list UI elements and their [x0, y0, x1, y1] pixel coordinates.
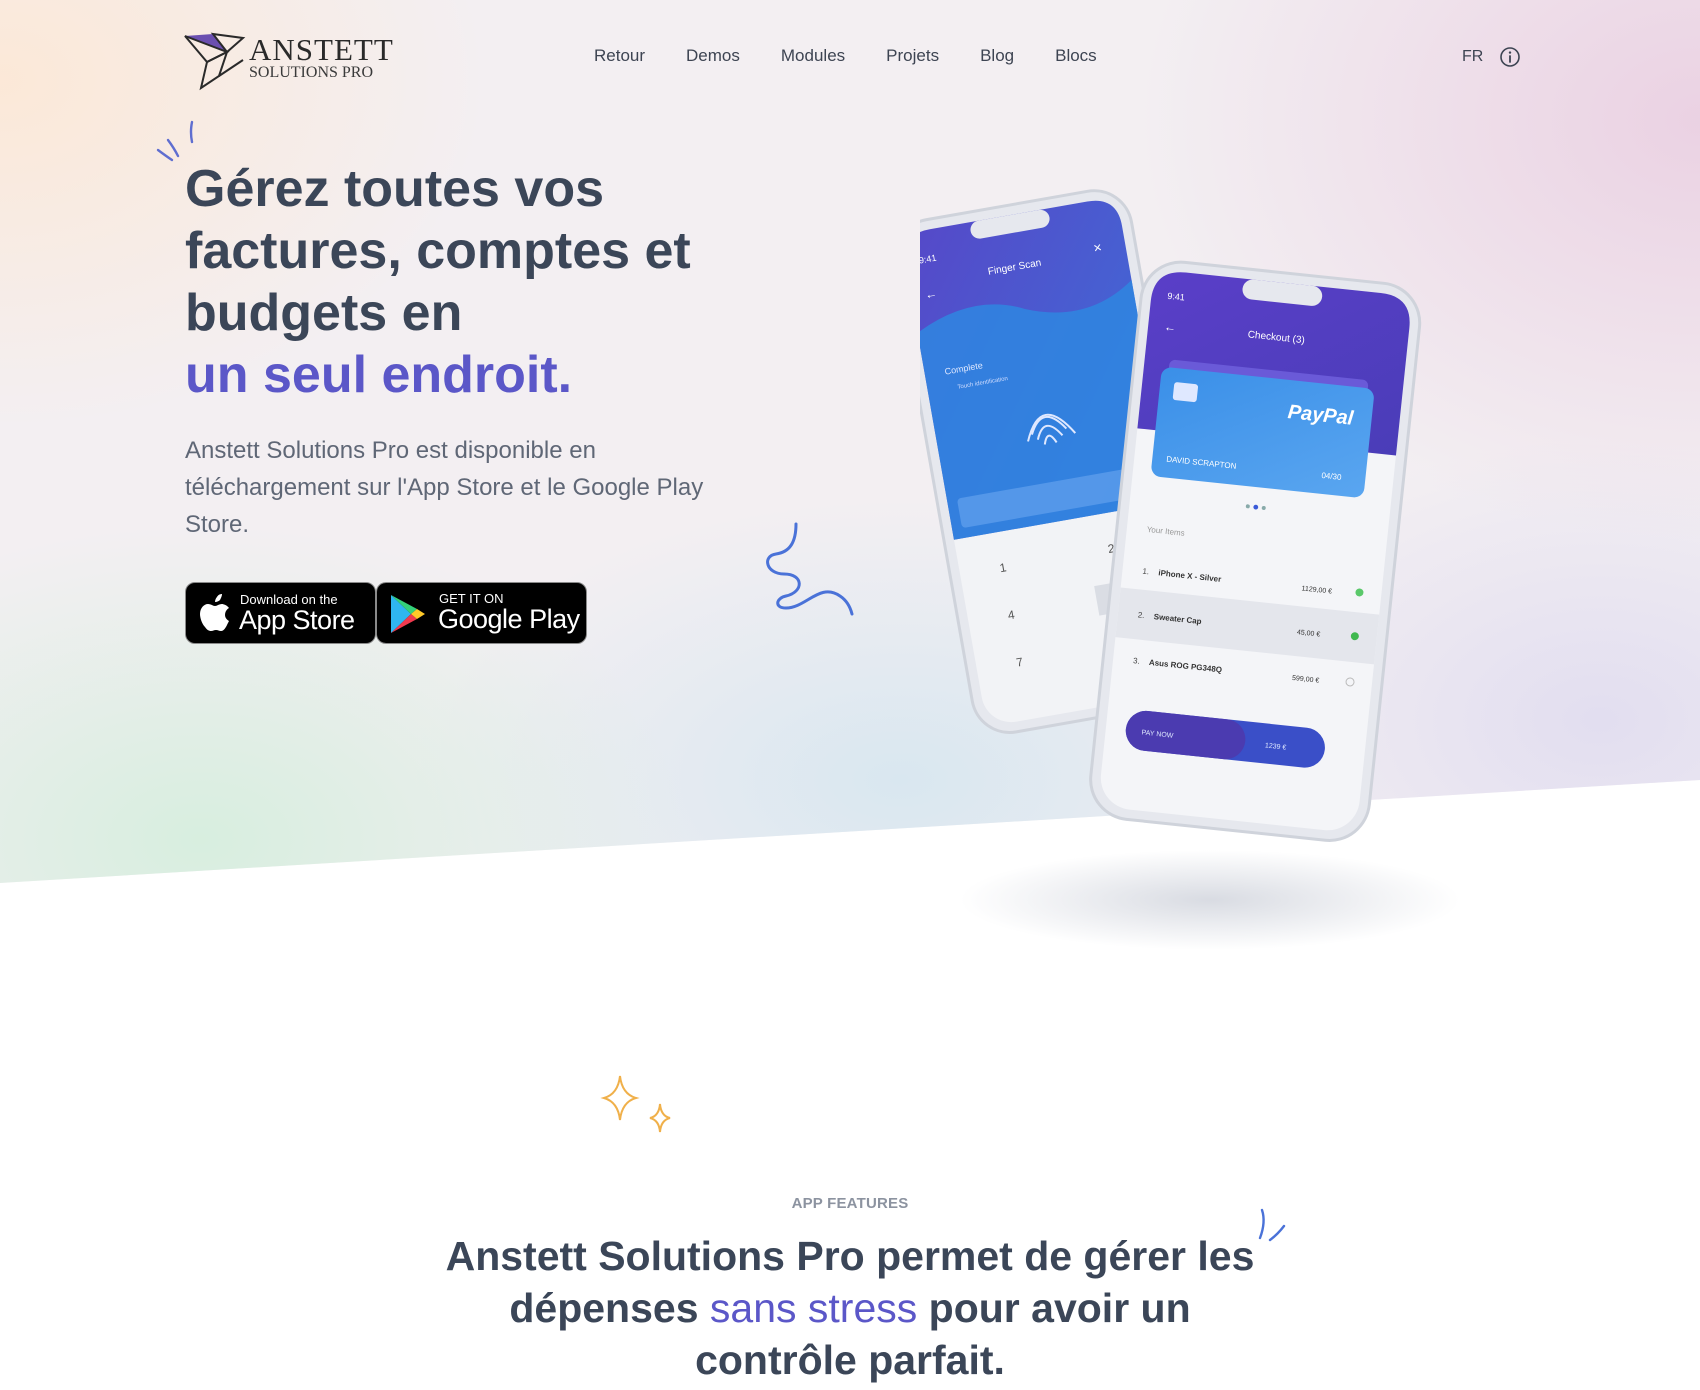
nav-item-retour[interactable]: Retour: [594, 46, 645, 66]
squiggle-doodle-icon: [1258, 1208, 1286, 1242]
features-title-accent: sans stress: [709, 1285, 918, 1331]
features-title: Anstett Solutions Pro permet de gérer le…: [440, 1230, 1260, 1386]
sparkles-icon: [600, 1075, 671, 1133]
hero-description: Anstett Solutions Pro est disponible en …: [185, 437, 704, 538]
svg-text:3.: 3.: [1133, 656, 1141, 666]
language-selector[interactable]: FR: [1462, 48, 1483, 66]
phones-illustration: 9:41 Finger Scan × ← Complete Touch iden…: [920, 189, 1460, 950]
nav-item-demos[interactable]: Demos: [686, 46, 740, 66]
hero-title: Gérez toutes vos factures, comptes et bu…: [185, 158, 805, 406]
brand-tagline: SOLUTIONS PRO: [249, 64, 374, 81]
brand-name: ANSTETT: [249, 32, 394, 67]
back-arrow-icon: ←: [924, 286, 938, 302]
squiggle-doodle-icon: [156, 120, 194, 162]
app-store-button[interactable]: Download on the App Store: [185, 582, 376, 644]
google-play-icon: [391, 595, 425, 633]
google-play-button[interactable]: GET IT ON Google Play: [376, 582, 587, 644]
phone-checkout: 9:41 Checkout (3) ← PayPal DAVID SCRAPTO…: [1089, 260, 1422, 842]
back-arrow-icon: ←: [1163, 320, 1176, 335]
phone-shadow: [960, 850, 1460, 950]
hero-title-line1: Gérez toutes vos: [185, 160, 605, 218]
svg-text:2.: 2.: [1137, 610, 1145, 620]
hero-title-accent: un seul endroit.: [185, 346, 573, 404]
hero-title-line2: factures, comptes et: [185, 222, 691, 280]
svg-text:1.: 1.: [1142, 567, 1150, 577]
nav-item-blocs[interactable]: Blocs: [1055, 46, 1097, 66]
brand-logo[interactable]: ANSTETT SOLUTIONS PRO: [183, 30, 413, 92]
hero-title-line3: budgets en: [185, 284, 463, 342]
main-navigation: Retour Demos Modules Projets Blog Blocs: [594, 46, 1138, 66]
info-circle-icon[interactable]: [1499, 46, 1521, 68]
app-store-big-label: App Store: [239, 605, 355, 635]
google-play-big-label: Google Play: [438, 604, 580, 634]
origami-bird-icon: [184, 32, 246, 91]
features-eyebrow: APP FEATURES: [791, 1195, 909, 1212]
right-phone-time: 9:41: [1167, 291, 1185, 303]
nav-item-blog[interactable]: Blog: [980, 46, 1014, 66]
apple-icon: [200, 594, 229, 631]
nav-item-modules[interactable]: Modules: [781, 46, 845, 66]
loop-doodle-icon: [766, 522, 854, 616]
nav-item-projets[interactable]: Projets: [886, 46, 939, 66]
